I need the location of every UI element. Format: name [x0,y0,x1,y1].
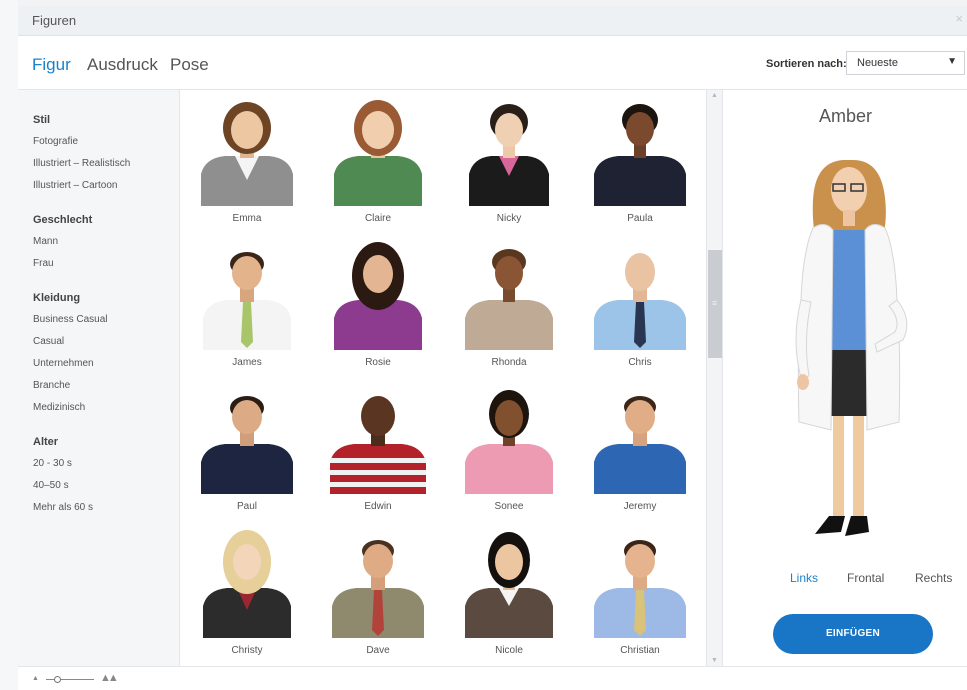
tab-bar: Figur Ausdruck Pose Sortieren nach: Neue… [18,37,967,90]
filter-sidebar: Stil Fotografie Illustriert – Realistisc… [18,90,180,666]
zoom-out-icon[interactable]: ▲ [32,675,39,682]
filter-item-business-casual[interactable]: Business Casual [33,314,107,325]
scrollbar-thumb[interactable]: ≡ [708,250,722,358]
zoom-in-icon[interactable]: ▲▲ [100,672,119,684]
character-card-rhonda[interactable]: Rhonda [445,240,573,380]
character-name: Emma [232,213,262,224]
zoom-slider-knob[interactable] [54,676,61,683]
character-photo [594,396,686,494]
character-name: Christy [231,645,263,656]
character-card-rosie[interactable]: Rosie [314,240,442,380]
character-photo [203,530,291,638]
sort-value: Neueste [857,57,898,69]
view-option-frontal[interactable]: Frontal [847,571,884,585]
character-photo [201,396,293,494]
character-name: Nicky [496,213,522,224]
character-card-emma[interactable]: Emma [183,96,311,236]
character-photo [465,390,553,494]
character-photo [594,540,686,638]
filter-item-mann[interactable]: Mann [33,236,58,247]
insert-button[interactable]: EINFÜGEN [773,614,933,654]
character-photo [594,104,686,206]
character-card-christian[interactable]: Christian [576,528,704,668]
filter-item-illustriert-cartoon[interactable]: Illustriert – Cartoon [33,180,117,191]
filter-item-60-plus[interactable]: Mehr als 60 s [33,502,93,513]
character-card-sonee[interactable]: Sonee [445,384,573,524]
view-option-links[interactable]: Links [790,571,818,585]
filter-item-fotografie[interactable]: Fotografie [33,136,78,147]
filter-item-illustriert-realistisch[interactable]: Illustriert – Realistisch [33,158,130,169]
scroll-down-icon[interactable]: ▼ [711,657,718,664]
character-card-jeremy[interactable]: Jeremy [576,384,704,524]
character-card-christy[interactable]: Christy [183,528,311,668]
preview-character-name: Amber [818,106,872,126]
filter-item-medizinisch[interactable]: Medizinisch [33,402,85,413]
character-name: Sonee [494,501,524,512]
left-strip [0,0,18,690]
chevron-down-icon: ▼ [947,56,957,67]
character-photo [334,242,422,350]
gallery-scrollbar[interactable]: ▲ ≡ ▼ [706,90,722,666]
character-name: James [232,357,262,368]
close-icon[interactable]: × [955,11,963,26]
character-photo [594,253,686,350]
character-gallery: Emma Claire Nicky Paula James Rosie Rhon… [180,90,724,666]
character-card-edwin[interactable]: Edwin [314,384,442,524]
grip-icon: ≡ [712,298,718,308]
character-name: Christian [620,645,660,656]
character-name: Nicole [495,645,523,656]
view-option-rechts[interactable]: Rechts [915,571,952,585]
character-name: Chris [628,357,652,368]
tab-figur[interactable]: Figur [32,55,71,75]
filter-item-40-50[interactable]: 40–50 s [33,480,69,491]
scroll-up-icon[interactable]: ▲ [711,92,718,99]
footer-bar: ▲ ▲▲ [18,666,967,690]
preview-panel: Amber Links Frontal Rechts EINFÜGEN [722,90,967,666]
character-photo [332,540,424,638]
figures-dialog: Figuren × Figur Ausdruck Pose Sortieren … [18,6,967,690]
filter-heading-alter: Alter [33,436,59,448]
filter-item-branche[interactable]: Branche [33,380,70,391]
character-card-james[interactable]: James [183,240,311,380]
character-photo [465,249,553,350]
character-name: Edwin [364,501,392,512]
character-card-claire[interactable]: Claire [314,96,442,236]
filter-item-20-30[interactable]: 20 - 30 s [33,458,72,469]
character-photo [201,102,293,206]
character-name: Paula [627,213,653,224]
filter-heading-geschlecht: Geschlecht [33,214,93,226]
character-card-dave[interactable]: Dave [314,528,442,668]
character-name: Rhonda [491,357,527,368]
character-photo [203,252,291,350]
character-photo [334,100,422,206]
character-photo [465,532,553,638]
character-card-paul[interactable]: Paul [183,384,311,524]
character-card-nicky[interactable]: Nicky [445,96,573,236]
filter-heading-kleidung: Kleidung [33,292,81,304]
character-name: Rosie [365,357,391,368]
character-card-chris[interactable]: Chris [576,240,704,380]
title-bar: Figuren × [18,6,967,36]
character-name: Paul [236,501,257,512]
filter-item-frau[interactable]: Frau [33,258,54,269]
filter-item-casual[interactable]: Casual [33,336,64,347]
tab-pose[interactable]: Pose [170,55,209,75]
character-photo [469,104,549,206]
character-card-paula[interactable]: Paula [576,96,704,236]
dialog-title: Figuren [32,13,77,28]
character-photo [330,396,426,494]
filter-heading-stil: Stil [33,114,51,126]
tab-ausdruck[interactable]: Ausdruck [87,55,158,75]
sort-dropdown[interactable]: Neueste ▼ [846,51,965,75]
character-name: Dave [366,645,390,656]
character-card-nicole[interactable]: Nicole [445,528,573,668]
sort-label: Sortieren nach: [766,58,847,70]
preview-figure [795,160,908,536]
filter-item-unternehmen[interactable]: Unternehmen [33,358,94,369]
character-name: Claire [364,213,392,224]
character-name: Jeremy [623,501,657,512]
